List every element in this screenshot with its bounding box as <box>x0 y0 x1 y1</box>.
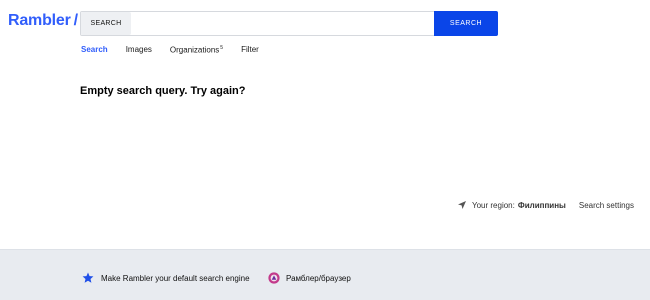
make-default-engine-label: Make Rambler your default search engine <box>101 273 250 283</box>
tab-organizations-count: 5 <box>220 45 224 51</box>
rambler-browser-label: Рамблер/браузер <box>286 273 351 283</box>
search-bar: SEARCH SEARCH <box>80 11 498 36</box>
star-icon <box>82 272 94 283</box>
rambler-browser-icon <box>268 272 280 284</box>
make-default-engine-link[interactable]: Make Rambler your default search engine <box>82 272 250 284</box>
logo-text: Rambler <box>8 12 71 29</box>
search-tabs: Search Images Organizations5 Filter <box>81 45 277 55</box>
region-label: Your region: <box>472 200 515 210</box>
tab-organizations-label: Organizations <box>169 45 220 55</box>
tab-images[interactable]: Images <box>126 45 152 55</box>
tab-filter-label: Filter <box>241 45 259 54</box>
tab-search-label: Search <box>81 45 108 54</box>
rambler-browser-link[interactable]: Рамблер/браузер <box>268 272 351 284</box>
region-value[interactable]: Филиппины <box>518 201 566 210</box>
empty-query-message: Empty search query. Try again? <box>80 85 246 97</box>
search-button[interactable]: SEARCH <box>434 11 498 36</box>
rambler-logo[interactable]: Rambler / <box>8 12 78 30</box>
region-bar: Your region: Филиппины Search settings <box>457 200 634 210</box>
search-settings-link[interactable]: Search settings <box>579 201 634 210</box>
tab-images-label: Images <box>125 45 152 54</box>
logo-slash: / <box>73 12 78 29</box>
navigation-arrow-icon <box>458 201 466 209</box>
search-results-page: Rambler / SEARCH SEARCH Search Images Org… <box>0 0 650 300</box>
footer: Make Rambler your default search engine … <box>0 249 650 300</box>
search-type-selector[interactable]: SEARCH <box>81 12 131 35</box>
tab-filter[interactable]: Filter <box>241 45 259 55</box>
tab-organizations[interactable]: Organizations5 <box>170 45 223 55</box>
tab-search[interactable]: Search <box>81 45 108 55</box>
